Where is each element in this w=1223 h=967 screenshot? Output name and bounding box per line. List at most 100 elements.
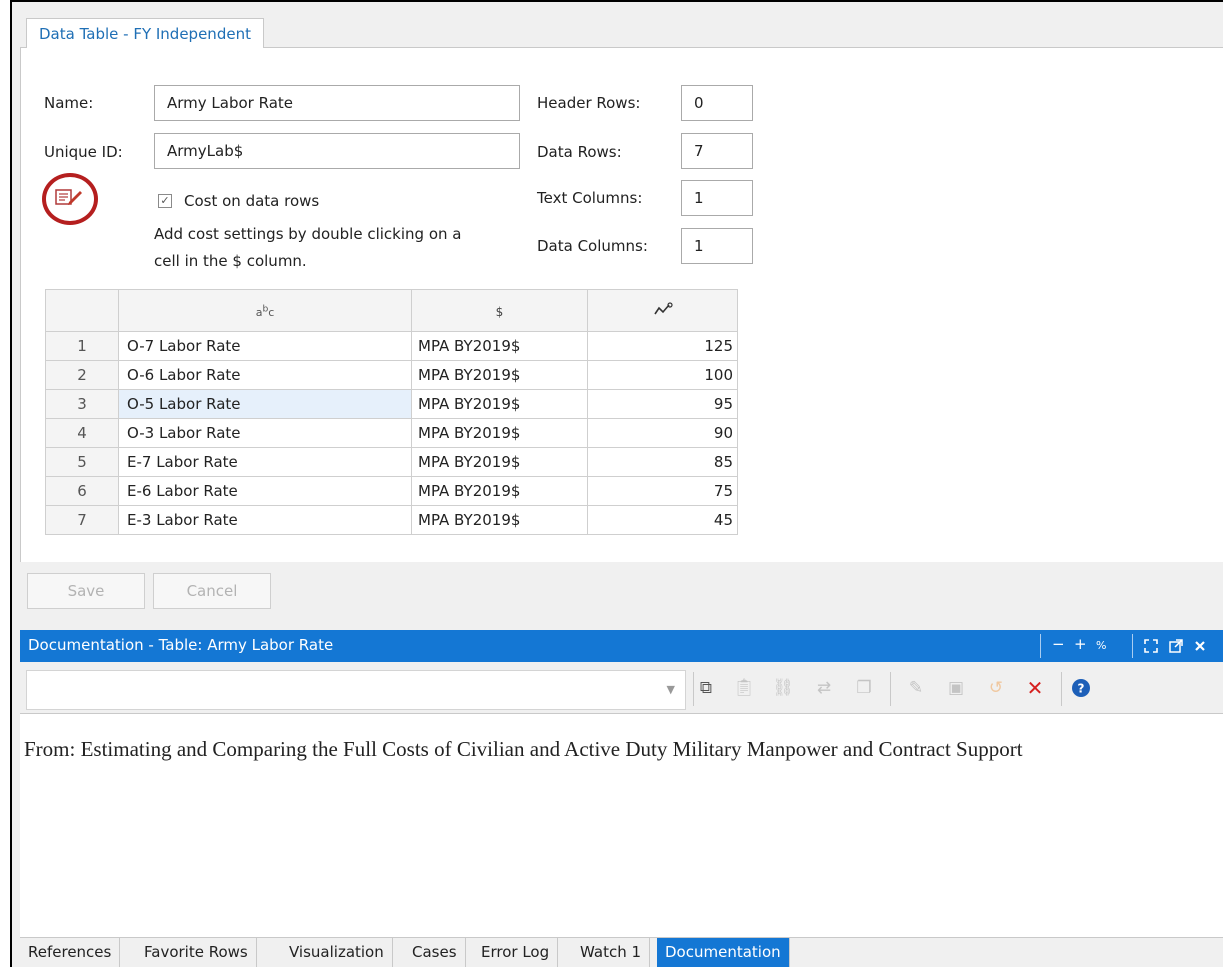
percent-button[interactable]: % xyxy=(1096,639,1106,652)
value-cell[interactable]: 85 xyxy=(587,447,738,477)
save-icon[interactable]: ▣ xyxy=(945,677,967,699)
name-cell[interactable]: E-7 Labor Rate xyxy=(118,447,412,477)
duplicate-icon[interactable]: ❐ xyxy=(853,677,875,699)
minus-button[interactable]: − xyxy=(1052,635,1065,653)
unit-cell[interactable]: MPA BY2019$ xyxy=(411,360,588,390)
unique-id-field[interactable]: ArmyLab$ xyxy=(154,133,520,169)
value-cell[interactable]: 95 xyxy=(587,389,738,419)
editor-tabstrip: Data Table - FY Independent xyxy=(20,18,1223,49)
trend-icon xyxy=(653,301,673,314)
name-cell[interactable]: O-5 Labor Rate xyxy=(118,389,412,419)
unlink-icon[interactable]: ⇄ xyxy=(813,677,835,699)
value-cell[interactable]: 100 xyxy=(587,360,738,390)
row-number-cell: 6 xyxy=(45,476,119,506)
name-cell[interactable]: O-6 Labor Rate xyxy=(118,360,412,390)
tab-favorite-rows[interactable]: Favorite Rows xyxy=(136,938,257,967)
hint-line-2: cell in the $ column. xyxy=(154,252,307,270)
data-columns-field[interactable]: 1 xyxy=(681,228,753,264)
row-number-cell: 4 xyxy=(45,418,119,448)
unit-cell[interactable]: MPA BY2019$ xyxy=(411,389,588,419)
tab-references[interactable]: References xyxy=(20,938,121,967)
popout-icon[interactable] xyxy=(1169,639,1183,653)
name-cell[interactable]: E-6 Labor Rate xyxy=(118,476,412,506)
value-column-header[interactable] xyxy=(587,289,738,332)
hint-line-1: Add cost settings by double clicking on … xyxy=(154,225,462,243)
documentation-body[interactable]: From: Estimating and Comparing the Full … xyxy=(20,714,1223,937)
name-cell[interactable]: O-3 Labor Rate xyxy=(118,418,412,448)
help-icon[interactable]: ? xyxy=(1071,678,1091,698)
row-number-cell: 7 xyxy=(45,505,119,535)
documentation-title: Documentation - Table: Army Labor Rate xyxy=(28,636,334,654)
toolbar-divider xyxy=(693,672,694,706)
link-icon[interactable]: ⛓︎ xyxy=(772,677,794,699)
undo-icon[interactable]: ↺ xyxy=(985,677,1007,699)
documentation-toolbar: ▼ ⧉ 📋︎ ⛓︎ ⇄ ❐ ✎ ▣ ↺ ✕ ? xyxy=(20,662,1223,714)
name-label: Name: xyxy=(44,94,94,112)
header-divider xyxy=(1040,634,1041,658)
unit-cell[interactable]: MPA BY2019$ xyxy=(411,476,588,506)
svg-text:?: ? xyxy=(1078,682,1085,696)
table-row[interactable]: 3 O-5 Labor Rate MPA BY2019$ 95 xyxy=(45,389,738,419)
name-cell[interactable]: E-3 Labor Rate xyxy=(118,505,412,535)
tab-cases[interactable]: Cases xyxy=(404,938,466,967)
table-row[interactable]: 6 E-6 Labor Rate MPA BY2019$ 75 xyxy=(45,476,738,506)
unit-cell[interactable]: MPA BY2019$ xyxy=(411,447,588,477)
row-number-header xyxy=(45,289,119,332)
cancel-button[interactable]: Cancel xyxy=(153,573,271,609)
attach-icon[interactable]: ✎ xyxy=(905,677,927,699)
row-number-cell: 2 xyxy=(45,360,119,390)
paste-icon[interactable]: 📋︎ xyxy=(733,677,755,699)
cost-on-data-rows-label: Cost on data rows xyxy=(184,192,320,210)
row-number-cell: 1 xyxy=(45,331,119,361)
toolbar-divider xyxy=(890,672,891,706)
name-cell[interactable]: O-7 Labor Rate xyxy=(118,331,412,361)
table-row[interactable]: 1 O-7 Labor Rate MPA BY2019$ 125 xyxy=(45,331,738,361)
tab-documentation[interactable]: Documentation xyxy=(657,938,790,967)
text-column-header[interactable]: abc xyxy=(118,289,412,332)
plus-button[interactable]: + xyxy=(1074,635,1087,653)
data-grid: abc $ 1 O-7 Labor Rate MPA BY2019$ 125 2 O-6 … xyxy=(45,289,738,535)
name-field[interactable]: Army Labor Rate xyxy=(154,85,520,121)
cost-column-header[interactable]: $ xyxy=(411,289,588,332)
grid-header-row: abc $ xyxy=(45,289,738,332)
fullscreen-icon[interactable] xyxy=(1144,639,1158,653)
row-number-cell: 5 xyxy=(45,447,119,477)
table-row[interactable]: 2 O-6 Labor Rate MPA BY2019$ 100 xyxy=(45,360,738,390)
unit-cell[interactable]: MPA BY2019$ xyxy=(411,418,588,448)
value-cell[interactable]: 75 xyxy=(587,476,738,506)
tab-error-log[interactable]: Error Log xyxy=(473,938,559,967)
tab-data-table[interactable]: Data Table - FY Independent xyxy=(26,18,264,49)
header-rows-field[interactable]: 0 xyxy=(681,85,753,121)
documentation-selector[interactable]: ▼ xyxy=(26,670,686,710)
unit-cell[interactable]: MPA BY2019$ xyxy=(411,505,588,535)
table-row[interactable]: 5 E-7 Labor Rate MPA BY2019$ 85 xyxy=(45,447,738,477)
documentation-header: Documentation - Table: Army Labor Rate −… xyxy=(20,630,1223,662)
header-rows-label: Header Rows: xyxy=(537,94,641,112)
row-number-cell: 3 xyxy=(45,389,119,419)
unique-id-label: Unique ID: xyxy=(44,143,123,161)
value-cell[interactable]: 90 xyxy=(587,418,738,448)
table-row[interactable]: 4 O-3 Labor Rate MPA BY2019$ 90 xyxy=(45,418,738,448)
pencil-note-icon xyxy=(55,189,82,205)
chevron-down-icon[interactable]: ▼ xyxy=(667,683,675,696)
bottom-tabstrip: References Favorite Rows Visualization C… xyxy=(20,937,1223,967)
unit-cell[interactable]: MPA BY2019$ xyxy=(411,331,588,361)
tab-visualization[interactable]: Visualization xyxy=(281,938,393,967)
save-button[interactable]: Save xyxy=(27,573,145,609)
data-rows-field[interactable]: 7 xyxy=(681,133,753,169)
cost-on-data-rows-checkbox[interactable]: ✓ xyxy=(158,194,172,208)
value-cell[interactable]: 125 xyxy=(587,331,738,361)
delete-icon[interactable]: ✕ xyxy=(1024,677,1046,699)
copy-icon[interactable]: ⧉ xyxy=(695,677,717,699)
data-rows-label: Data Rows: xyxy=(537,143,622,161)
edit-cost-icon[interactable] xyxy=(42,173,98,225)
value-cell[interactable]: 45 xyxy=(587,505,738,535)
data-columns-label: Data Columns: xyxy=(537,237,648,255)
tab-watch-1[interactable]: Watch 1 xyxy=(572,938,651,967)
table-row[interactable]: 7 E-3 Labor Rate MPA BY2019$ 45 xyxy=(45,505,738,535)
toolbar-divider xyxy=(1061,672,1062,706)
text-columns-label: Text Columns: xyxy=(537,189,643,207)
text-columns-field[interactable]: 1 xyxy=(681,180,753,216)
header-divider xyxy=(1132,634,1133,658)
close-icon[interactable] xyxy=(1194,640,1206,652)
